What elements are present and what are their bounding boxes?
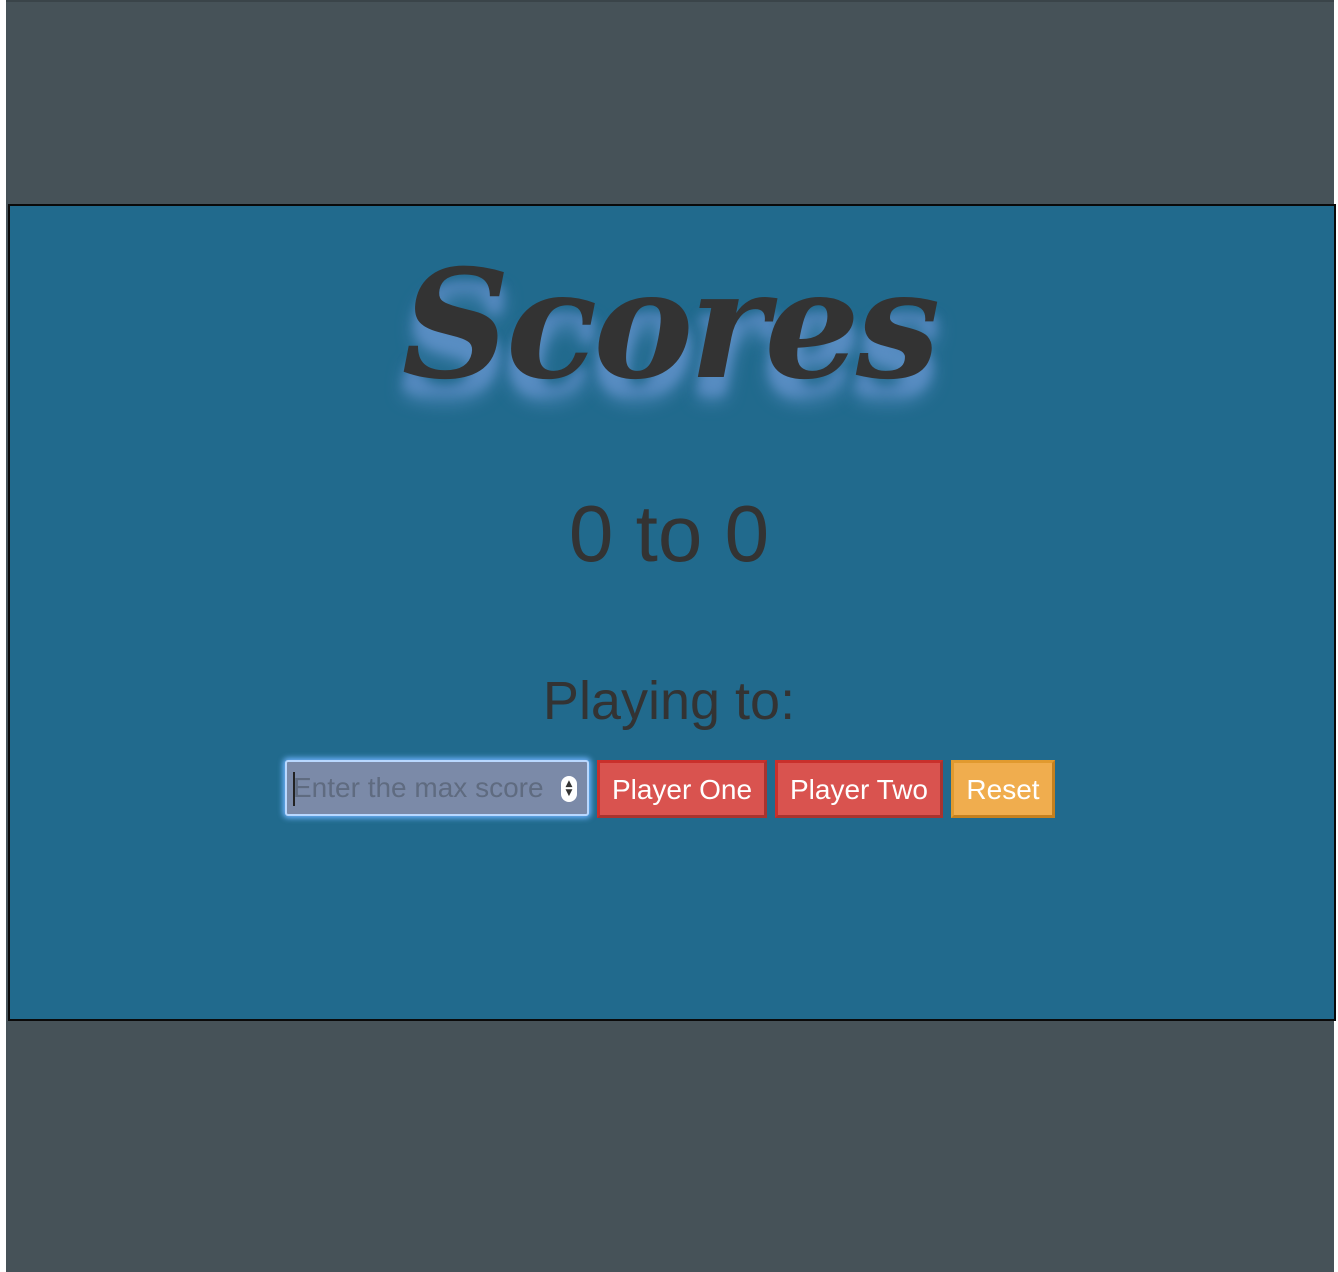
player-two-button[interactable]: Player Two [775, 760, 943, 818]
page: Scores 0 to 0 Playing to: ▲ ▼ Player One… [0, 0, 1338, 1272]
player-one-button[interactable]: Player One [597, 760, 767, 818]
number-stepper[interactable]: ▲ ▼ [561, 776, 577, 802]
top-edge [0, 0, 1338, 2]
reset-button[interactable]: Reset [951, 760, 1055, 818]
stepper-down-icon[interactable]: ▼ [566, 789, 573, 798]
page-title: Scores [401, 237, 941, 413]
text-caret [293, 772, 295, 806]
left-edge [0, 0, 6, 1272]
max-score-input[interactable] [293, 770, 549, 806]
score-display: 0 to 0 [568, 489, 770, 578]
playing-to-label: Playing to: [542, 671, 796, 731]
max-score-field[interactable]: ▲ ▼ [285, 760, 589, 816]
